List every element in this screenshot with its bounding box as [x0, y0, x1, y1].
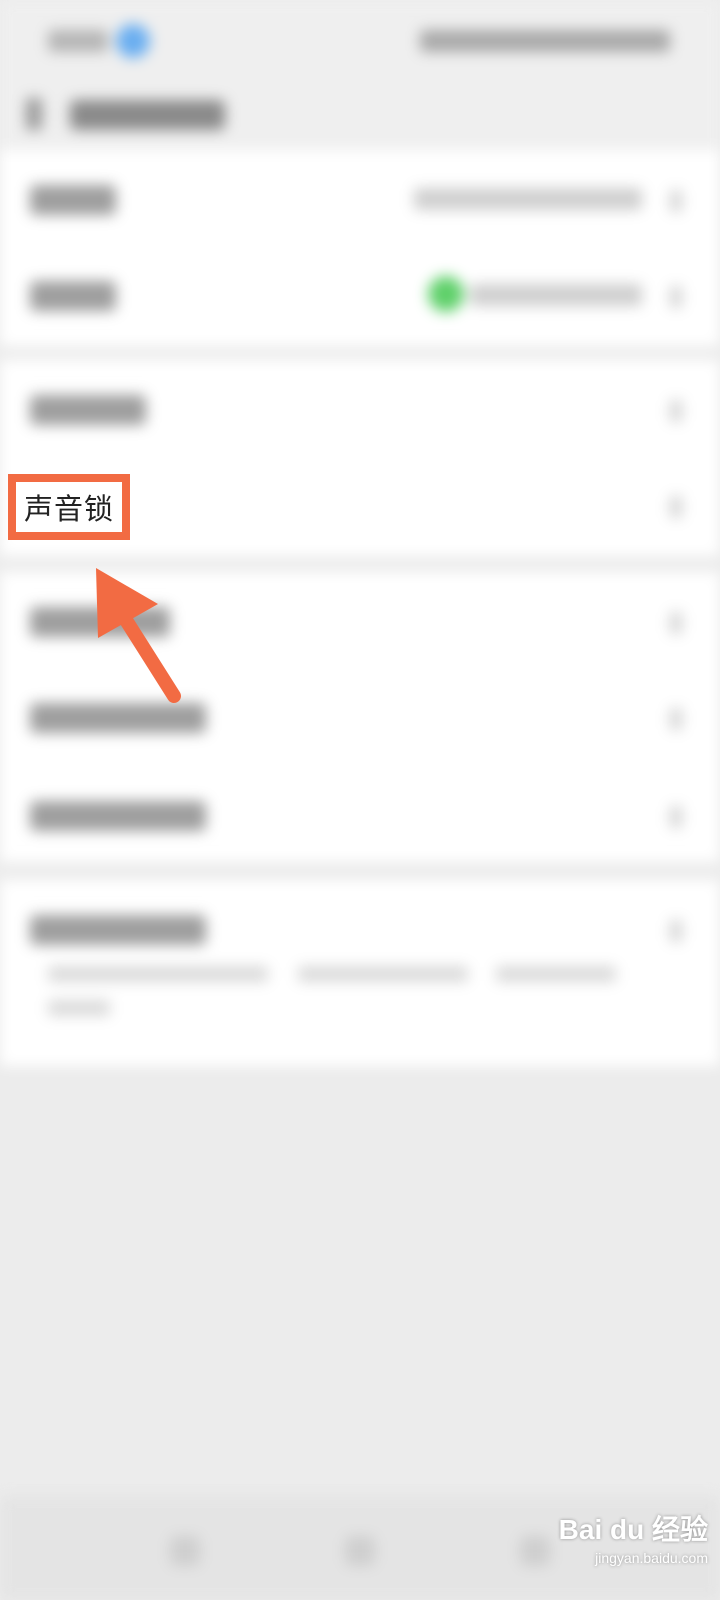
watermark-url: jingyan.baidu.com [595, 1550, 708, 1566]
pointer-arrow-icon [96, 568, 181, 703]
watermark-brand: Bai du 经验 [558, 1514, 708, 1545]
watermark: Bai du 经验 jingyan.baidu.com [548, 1508, 708, 1588]
